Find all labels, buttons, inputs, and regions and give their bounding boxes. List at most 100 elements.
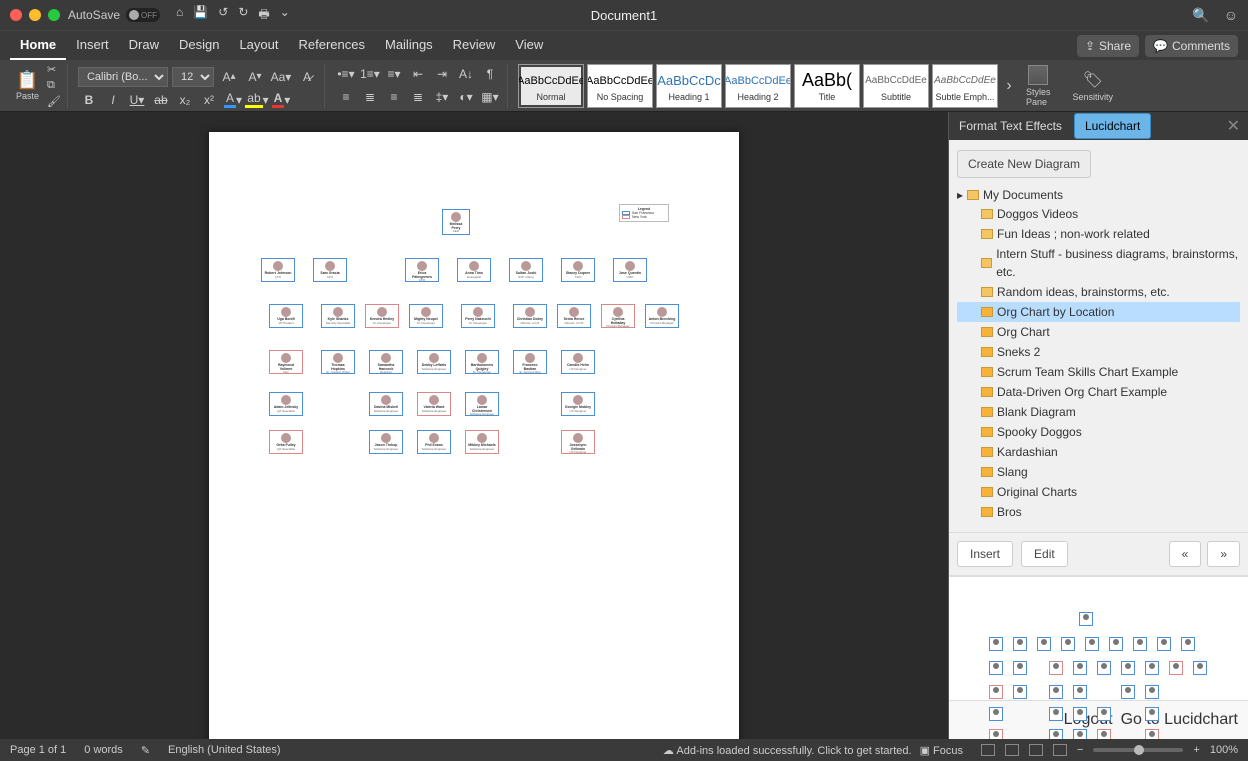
justify-icon[interactable]: ≣ (407, 87, 429, 107)
line-spacing-icon[interactable]: ‡▾ (431, 87, 453, 107)
tree-item[interactable]: Org Chart by Location (957, 302, 1240, 322)
tree-item[interactable]: Spooky Doggos (957, 422, 1240, 442)
format-painter-icon[interactable]: 🖌 (47, 95, 61, 108)
insert-button[interactable]: Insert (957, 541, 1013, 567)
style-heading-2[interactable]: AaBbCcDdEeHeading 2 (725, 64, 791, 108)
font-family-dropdown[interactable]: Calibri (Bo... (78, 67, 168, 87)
font-size-dropdown[interactable]: 12 (172, 67, 214, 87)
bold-button[interactable]: B (78, 90, 100, 110)
share-button[interactable]: ⇪ Share (1077, 35, 1139, 57)
shrink-font-icon[interactable]: A▾ (244, 67, 266, 87)
tree-item[interactable]: Intern Stuff - business diagrams, brains… (957, 244, 1240, 282)
create-diagram-button[interactable]: Create New Diagram (957, 150, 1091, 178)
bullets-icon[interactable]: •≡▾ (335, 64, 357, 84)
ribbon-tab-view[interactable]: View (505, 31, 553, 60)
copy-icon[interactable]: ⧉ (47, 79, 61, 92)
text-effects-icon[interactable]: A▾ (222, 90, 244, 110)
ribbon-tab-references[interactable]: References (289, 31, 375, 60)
sensitivity-button[interactable]: 🏷︎Sensitivity (1067, 70, 1120, 102)
tree-item[interactable]: Sneks 2 (957, 342, 1240, 362)
highlight-button[interactable]: ab▾ (246, 90, 268, 110)
tab-lucidchart[interactable]: Lucidchart (1074, 113, 1151, 139)
font-color-button[interactable]: A▾ (270, 90, 292, 110)
redo-icon[interactable]: ↻ (238, 5, 248, 26)
style-subtitle[interactable]: AaBbCcDdEeSubtitle (863, 64, 929, 108)
prev-page-button[interactable]: « (1169, 541, 1202, 567)
word-count[interactable]: 0 words (84, 744, 123, 756)
view-draft-icon[interactable] (1053, 744, 1067, 756)
close-window-button[interactable] (10, 9, 22, 21)
close-sidebar-icon[interactable]: ✕ (1219, 116, 1248, 136)
account-icon[interactable]: ☺ (1224, 7, 1238, 24)
home-icon[interactable]: ⌂ (176, 5, 183, 26)
ribbon-tab-design[interactable]: Design (169, 31, 229, 60)
my-documents-folder[interactable]: ▸ My Documents (957, 186, 1240, 204)
undo-icon[interactable]: ↺ (218, 5, 228, 26)
page-indicator[interactable]: Page 1 of 1 (10, 744, 66, 756)
sort-icon[interactable]: A↓ (455, 64, 477, 84)
zoom-out-button[interactable]: − (1077, 744, 1083, 756)
shading-icon[interactable]: ◐▾ (455, 87, 477, 107)
maximize-window-button[interactable] (48, 9, 60, 21)
paste-icon[interactable]: 📋 (16, 70, 38, 91)
ribbon-tab-layout[interactable]: Layout (229, 31, 288, 60)
tree-item[interactable]: Org Chart (957, 322, 1240, 342)
edit-button[interactable]: Edit (1021, 541, 1068, 567)
next-page-button[interactable]: » (1207, 541, 1240, 567)
tree-item[interactable]: Random ideas, brainstorms, etc. (957, 282, 1240, 302)
zoom-slider[interactable] (1093, 748, 1183, 752)
ribbon-tab-insert[interactable]: Insert (66, 31, 119, 60)
align-left-icon[interactable]: ≡ (335, 87, 357, 107)
tree-item[interactable]: Kardashian (957, 442, 1240, 462)
align-center-icon[interactable]: ≣ (359, 87, 381, 107)
style-no-spacing[interactable]: AaBbCcDdEeNo Spacing (587, 64, 653, 108)
tree-item[interactable]: Blank Diagram (957, 402, 1240, 422)
tree-item[interactable]: Bros (957, 502, 1240, 522)
ribbon-tab-mailings[interactable]: Mailings (375, 31, 443, 60)
align-right-icon[interactable]: ≡ (383, 87, 405, 107)
focus-mode-button[interactable]: ▣ Focus (920, 744, 963, 757)
search-icon[interactable]: 🔍 (1192, 7, 1209, 24)
style-subtle-emph-[interactable]: AaBbCcDdEeSubtle Emph... (932, 64, 998, 108)
print-icon[interactable]: 🖶 (258, 5, 269, 26)
style-title[interactable]: AaBb(Title (794, 64, 860, 108)
multilevel-icon[interactable]: ≡▾ (383, 64, 405, 84)
subscript-button[interactable]: x₂ (174, 90, 196, 110)
superscript-button[interactable]: x² (198, 90, 220, 110)
view-outline-icon[interactable] (1029, 744, 1043, 756)
strike-button[interactable]: ab (150, 90, 172, 110)
tree-item[interactable]: Scrum Team Skills Chart Example (957, 362, 1240, 382)
zoom-in-button[interactable]: + (1193, 744, 1199, 756)
comments-button[interactable]: 💬 Comments (1145, 35, 1238, 57)
style-normal[interactable]: AaBbCcDdEeNormal (518, 64, 584, 108)
autosave-toggle[interactable]: OFF (126, 8, 160, 22)
indent-icon[interactable]: ⇥ (431, 64, 453, 84)
save-icon[interactable]: 💾 (193, 5, 208, 26)
cut-icon[interactable]: ✂ (47, 63, 61, 76)
tree-item[interactable]: Slang (957, 462, 1240, 482)
minimize-window-button[interactable] (29, 9, 41, 21)
zoom-level[interactable]: 100% (1210, 744, 1238, 756)
underline-button[interactable]: U▾ (126, 90, 148, 110)
ribbon-tab-home[interactable]: Home (10, 31, 66, 60)
addins-message[interactable]: ☁ Add-ins loaded successfully. Click to … (663, 744, 912, 757)
view-print-icon[interactable] (981, 744, 995, 756)
grow-font-icon[interactable]: A▴ (218, 67, 240, 87)
borders-icon[interactable]: ▦▾ (479, 87, 501, 107)
style-heading-1[interactable]: AaBbCcDcHeading 1 (656, 64, 722, 108)
clear-format-icon[interactable]: A̷ (296, 67, 318, 87)
italic-button[interactable]: I (102, 90, 124, 110)
tab-format-effects[interactable]: Format Text Effects (949, 114, 1072, 138)
tree-item[interactable]: Fun Ideas ; non-work related (957, 224, 1240, 244)
outdent-icon[interactable]: ⇤ (407, 64, 429, 84)
ribbon-tab-review[interactable]: Review (443, 31, 506, 60)
view-web-icon[interactable] (1005, 744, 1019, 756)
change-case-icon[interactable]: Aa▾ (270, 67, 292, 87)
ribbon-tab-draw[interactable]: Draw (119, 31, 169, 60)
tree-item[interactable]: Original Charts (957, 482, 1240, 502)
numbering-icon[interactable]: 1≡▾ (359, 64, 381, 84)
styles-more-icon[interactable]: › (1002, 77, 1016, 95)
goto-lucidchart-button[interactable]: Go to Lucidchart (1121, 711, 1238, 729)
tree-item[interactable]: Data-Driven Org Chart Example (957, 382, 1240, 402)
qat-customize-icon[interactable]: ⌄ (280, 5, 290, 26)
